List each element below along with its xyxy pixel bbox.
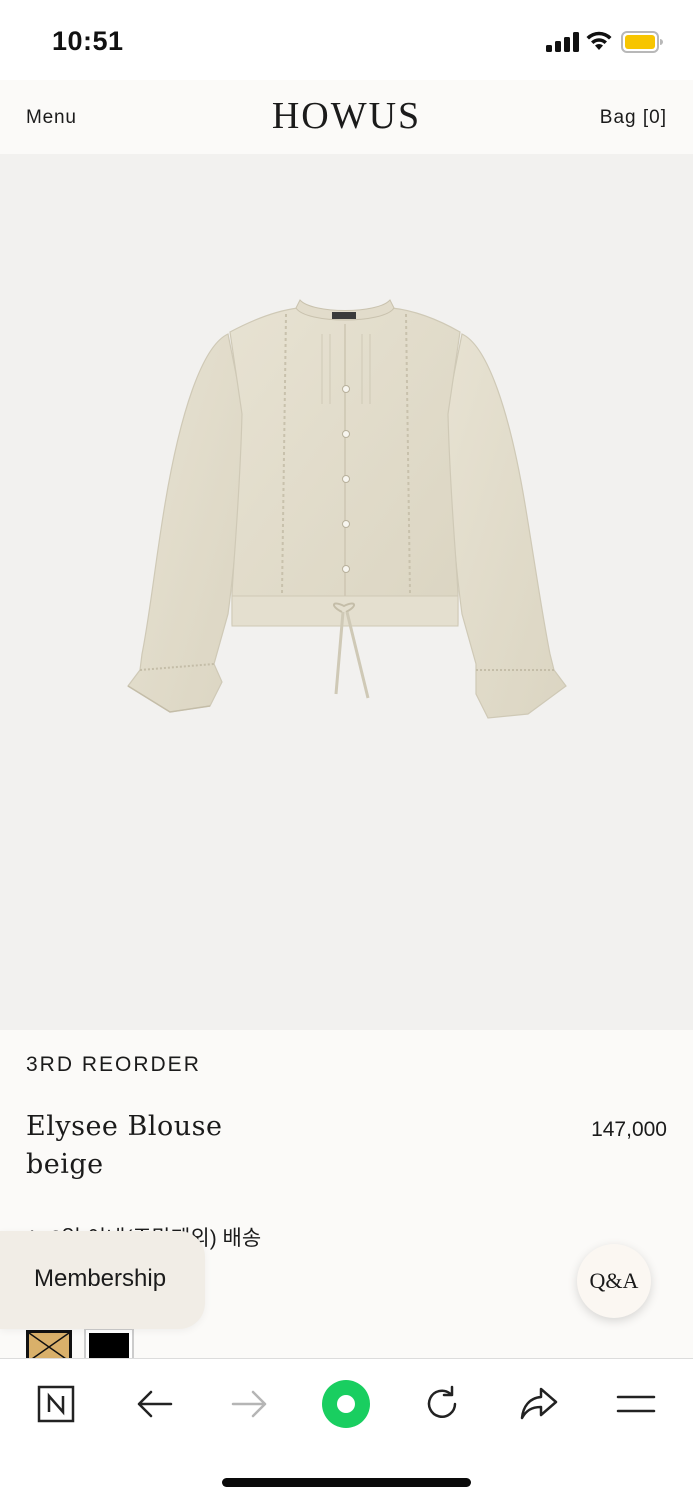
- swatch-gold[interactable]: [26, 1330, 72, 1361]
- product-name: Elysee Blouse beige: [26, 1108, 222, 1184]
- bag-link[interactable]: Bag [0]: [600, 107, 667, 129]
- menu-icon: [616, 1395, 656, 1413]
- product-color-name: beige: [26, 1149, 104, 1180]
- cellular-signal-icon: [546, 32, 579, 52]
- browser-menu-button[interactable]: [611, 1379, 661, 1429]
- membership-button[interactable]: Membership: [0, 1231, 205, 1329]
- site-header: Menu HOWUS Bag [0]: [0, 80, 693, 154]
- forward-button[interactable]: [225, 1379, 275, 1429]
- brand-logo[interactable]: HOWUS: [0, 94, 693, 138]
- membership-label: Membership: [34, 1265, 167, 1292]
- swatch-black[interactable]: [84, 1328, 134, 1360]
- back-button[interactable]: [129, 1379, 179, 1429]
- share-icon: [520, 1387, 558, 1420]
- reload-icon: [427, 1385, 457, 1418]
- reload-button[interactable]: [417, 1379, 467, 1429]
- home-indicator: [222, 1478, 471, 1487]
- status-time: 10:51: [52, 26, 124, 56]
- product-image-area[interactable]: [0, 154, 693, 1030]
- qa-button[interactable]: Q&A: [577, 1244, 651, 1318]
- blouse-product-image: [127, 299, 567, 719]
- product-badge: 3RD REORDER: [26, 1053, 201, 1076]
- forward-arrow-icon: [231, 1390, 267, 1418]
- wifi-icon: [586, 31, 612, 50]
- back-arrow-icon: [137, 1390, 173, 1418]
- naver-button[interactable]: [31, 1379, 81, 1429]
- naver-icon: [37, 1385, 75, 1423]
- qa-label: Q&A: [589, 1268, 639, 1293]
- battery-icon: [621, 31, 663, 53]
- green-dot-button[interactable]: [321, 1379, 371, 1429]
- sold-out-cross-icon: [29, 1333, 69, 1361]
- product-name-line1: Elysee Blouse: [26, 1111, 223, 1142]
- product-price: 147,000: [591, 1118, 667, 1141]
- share-button[interactable]: [514, 1379, 564, 1429]
- green-dot-icon: [322, 1380, 370, 1428]
- status-bar: 10:51: [0, 0, 693, 80]
